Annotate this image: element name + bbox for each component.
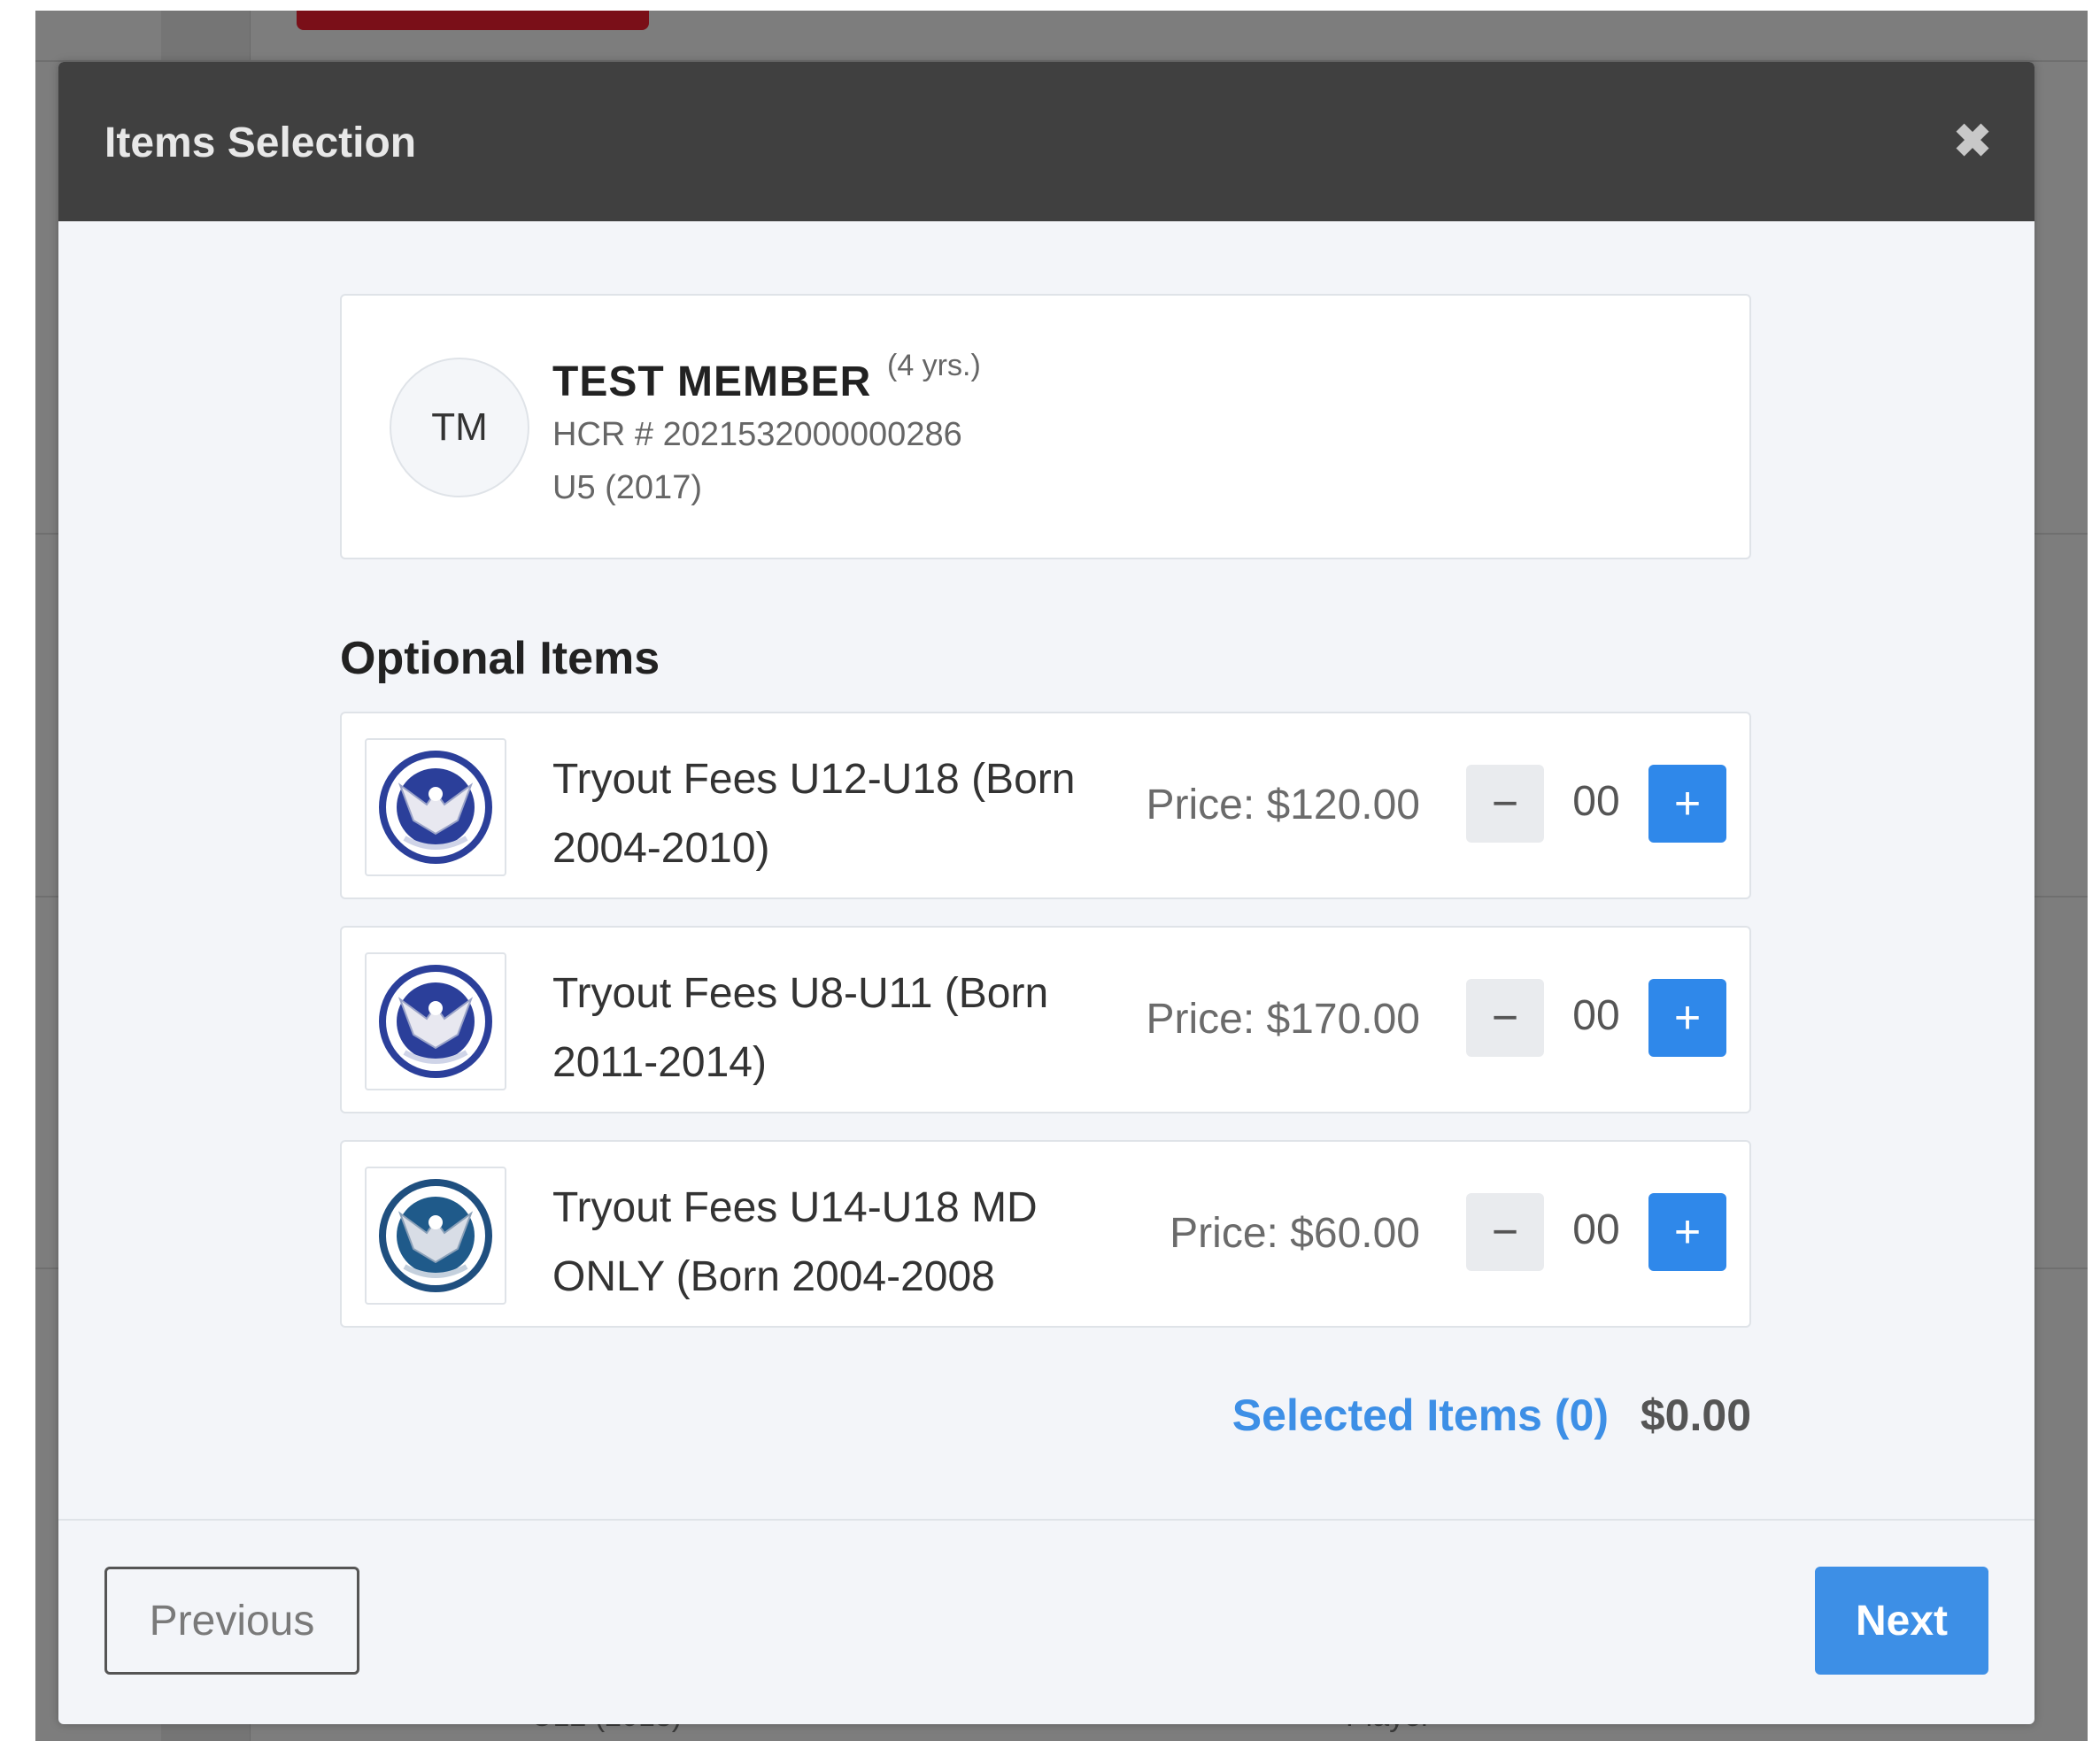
- optional-items-title: Optional Items: [340, 633, 660, 684]
- modal-footer: Previous Next: [58, 1519, 2034, 1724]
- quantity-value: 00: [1572, 778, 1620, 825]
- member-name: TEST MEMBER: [552, 358, 872, 405]
- selected-items-total: $0.00: [1640, 1390, 1751, 1440]
- list-item: Tryout Fees U14-U18 MD ONLY (Born 2004-2…: [340, 1140, 1751, 1328]
- quantity-increase-button[interactable]: +: [1648, 765, 1726, 843]
- modal-body: TM TEST MEMBER (4 yrs.) HCR # 2021532000…: [340, 294, 1751, 1440]
- item-name: Tryout Fees U14-U18 MD ONLY (Born 2004-2…: [552, 1184, 1038, 1300]
- close-icon[interactable]: ✖: [1951, 119, 1994, 165]
- item-price: Price: $170.00: [1146, 996, 1420, 1043]
- list-item: Tryout Fees U12-U18 (Born 2004-2010) Pri…: [340, 712, 1751, 899]
- next-button[interactable]: Next: [1815, 1567, 1988, 1675]
- items-selection-modal: Items Selection ✖ TM TEST MEMBER (4 yrs.…: [58, 62, 2034, 1724]
- modal-header: Items Selection ✖: [58, 62, 2034, 221]
- member-division: U5 (2017): [552, 469, 702, 506]
- item-price: Price: $60.00: [1170, 1210, 1420, 1257]
- avatar: TM: [390, 358, 529, 497]
- eagle-crest-logo: [365, 738, 506, 876]
- eagle-crest-logo: [365, 1167, 506, 1305]
- previous-button[interactable]: Previous: [104, 1567, 359, 1675]
- quantity-value: 00: [1572, 992, 1620, 1039]
- background-red-button: [297, 11, 649, 30]
- quantity-increase-button[interactable]: +: [1648, 1193, 1726, 1271]
- item-price: Price: $120.00: [1146, 782, 1420, 828]
- member-hcr-number: HCR # 2021532000000286: [552, 416, 962, 453]
- quantity-decrease-button[interactable]: −: [1466, 765, 1544, 843]
- item-name: Tryout Fees U8-U11 (Born 2011-2014): [552, 970, 1049, 1086]
- selected-items-summary: Selected Items (0) $0.00: [1232, 1390, 1751, 1441]
- list-item: Tryout Fees U8-U11 (Born 2011-2014) Pric…: [340, 926, 1751, 1113]
- quantity-value: 00: [1572, 1206, 1620, 1253]
- quantity-increase-button[interactable]: +: [1648, 979, 1726, 1057]
- selected-items-link[interactable]: Selected Items (0): [1232, 1390, 1609, 1440]
- quantity-decrease-button[interactable]: −: [1466, 979, 1544, 1057]
- member-card: TM TEST MEMBER (4 yrs.) HCR # 2021532000…: [340, 294, 1751, 559]
- eagle-crest-logo: [365, 952, 506, 1090]
- item-name: Tryout Fees U12-U18 (Born 2004-2010): [552, 756, 1076, 872]
- optional-items-list: Tryout Fees U12-U18 (Born 2004-2010) Pri…: [340, 712, 1751, 1328]
- modal-title: Items Selection: [104, 119, 417, 166]
- member-age: (4 yrs.): [887, 349, 981, 382]
- quantity-decrease-button[interactable]: −: [1466, 1193, 1544, 1271]
